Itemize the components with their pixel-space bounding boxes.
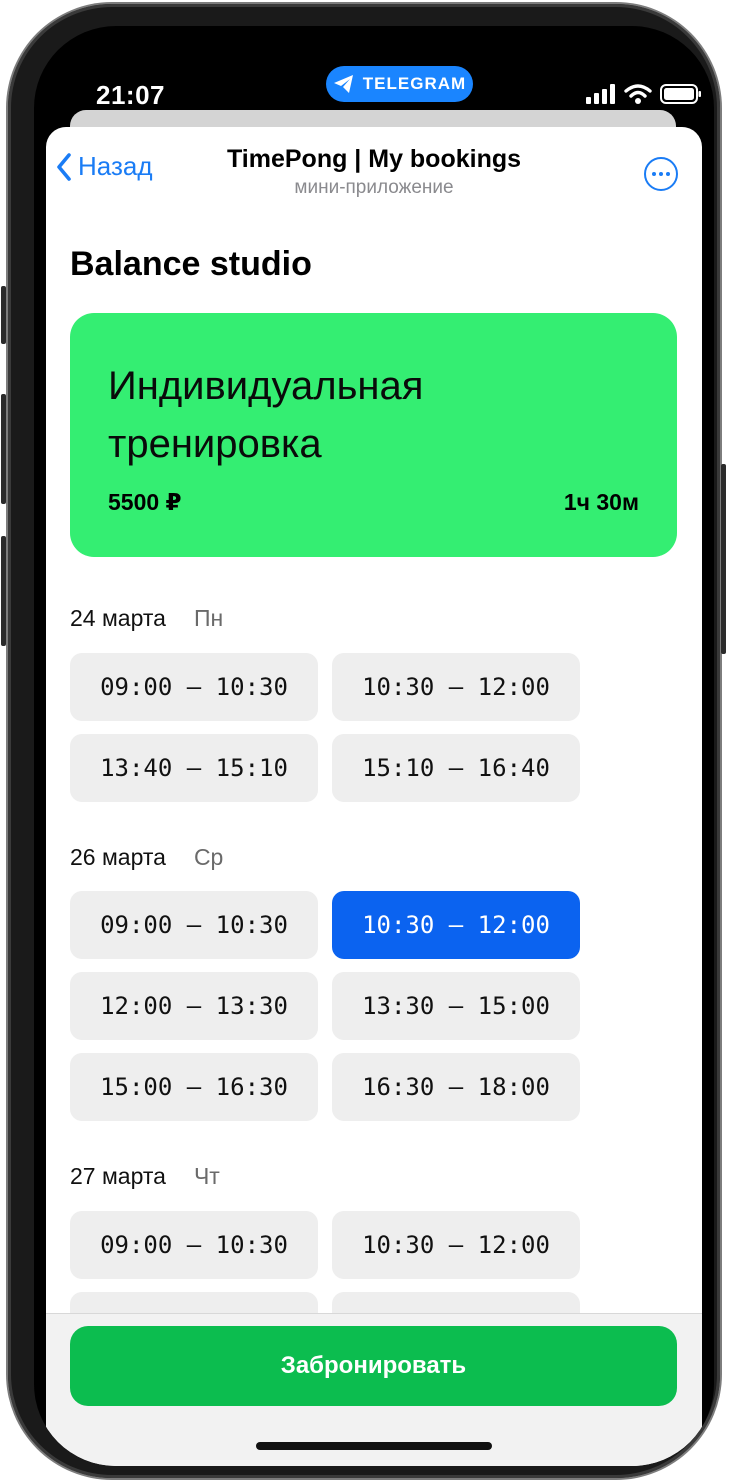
battery-icon — [660, 84, 701, 104]
day-weekday: Ср — [193, 844, 224, 870]
time-slot[interactable]: 10:30 – 12:00 — [332, 1211, 580, 1279]
day-date: 26 марта — [70, 844, 166, 870]
day-header: 27 марта Чт — [70, 1163, 220, 1190]
side-button — [1, 286, 6, 344]
studio-title: Balance studio — [70, 245, 312, 283]
day-date: 27 марта — [70, 1163, 166, 1189]
day-date: 24 марта — [70, 605, 166, 631]
time-slot[interactable]: 13:40 – 15:10 — [70, 734, 318, 802]
home-indicator[interactable] — [256, 1442, 492, 1450]
telegram-pill-label: TELEGRAM — [362, 74, 467, 93]
more-button[interactable] — [644, 157, 678, 191]
time-slot-selected[interactable]: 10:30 – 12:00 — [332, 891, 580, 959]
ellipsis-circle-icon — [652, 172, 670, 176]
nav-subtitle: мини-приложение — [294, 177, 454, 198]
service-duration: 1ч 30м — [563, 489, 639, 515]
book-button[interactable]: Забронировать — [70, 1326, 677, 1406]
screen: 21:07 TELEGRAM Назад TimePong | My booki… — [34, 26, 714, 1466]
time-slot[interactable]: 15:10 – 16:40 — [332, 734, 580, 802]
time-slot[interactable]: 09:00 – 10:30 — [70, 891, 318, 959]
day-header: 26 марта Ср — [70, 844, 223, 871]
status-time: 21:07 — [96, 80, 165, 110]
time-slot[interactable]: 09:00 – 10:30 — [70, 1211, 318, 1279]
status-icons — [586, 84, 702, 104]
nav-title: TimePong | My bookings — [226, 145, 522, 173]
service-card: Индивидуальная тренировка 5500 ₽ 1ч 30м — [70, 313, 677, 557]
bottom-bar: Забронировать — [46, 1313, 702, 1466]
time-slot[interactable]: 15:00 – 16:30 — [70, 1053, 318, 1121]
time-slot[interactable]: 09:00 – 10:30 — [70, 653, 318, 721]
volume-down-button — [1, 536, 6, 646]
volume-up-button — [1, 394, 6, 504]
nav-bar: Назад TimePong | My bookings мини-прилож… — [46, 127, 702, 223]
mini-app-sheet: Назад TimePong | My bookings мини-прилож… — [46, 127, 702, 1466]
time-slot[interactable]: 13:30 – 15:00 — [332, 972, 580, 1040]
phone-frame: 21:07 TELEGRAM Назад TimePong | My booki… — [1, 4, 726, 1478]
service-name: Индивидуальная тренировка — [108, 364, 424, 466]
telegram-plane-icon — [333, 75, 353, 93]
telegram-pill[interactable]: TELEGRAM — [326, 66, 473, 102]
wifi-icon — [624, 84, 652, 104]
time-slot[interactable]: 16:30 – 18:00 — [332, 1053, 580, 1121]
power-button — [721, 464, 726, 654]
time-slot[interactable]: 10:30 – 12:00 — [332, 653, 580, 721]
day-weekday: Чт — [193, 1163, 220, 1189]
service-price: 5500 ₽ — [108, 489, 182, 515]
day-header: 24 марта Пн — [70, 605, 223, 632]
signal-icon — [586, 84, 615, 104]
day-weekday: Пн — [193, 605, 224, 631]
time-slot[interactable]: 12:00 – 13:30 — [70, 972, 318, 1040]
